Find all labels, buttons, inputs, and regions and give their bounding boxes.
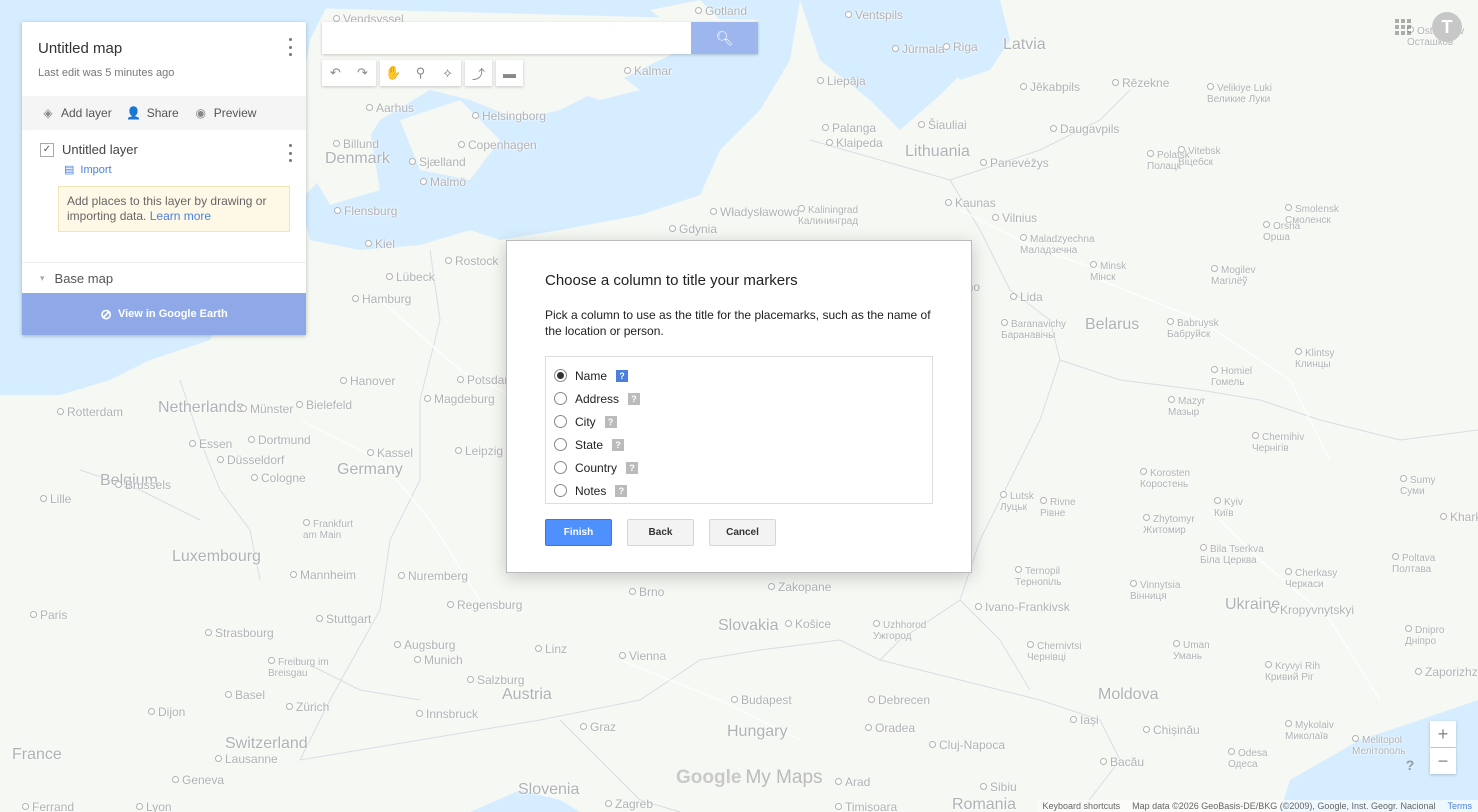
my-maps-wordmark: My Maps <box>745 767 823 788</box>
map-options-icon[interactable] <box>286 38 294 56</box>
expand-arrow-icon: ▾ <box>40 272 45 283</box>
panel-actions: ◈ Add layer 👤 Share ◉ Preview <box>22 96 306 130</box>
search-button[interactable]: 🔍︎ <box>691 22 758 54</box>
layers-icon: ◈ <box>43 106 53 120</box>
layer-hint: Add places to this layer by drawing or i… <box>58 186 290 232</box>
dialog-title: Choose a column to title your markers <box>545 272 798 289</box>
map-attribution: Map data ©2026 GeoBasis-DE/BKG (©2009), … <box>1132 801 1436 811</box>
map-title[interactable]: Untitled map <box>38 40 290 57</box>
undo-icon[interactable]: ↶ <box>322 60 349 86</box>
import-link[interactable]: ▤ Import <box>64 163 290 177</box>
help-icon[interactable]: ? <box>626 461 639 474</box>
directions-icon[interactable]: ⤴ <box>465 60 492 86</box>
back-button[interactable]: Back <box>627 519 694 546</box>
choose-title-column-dialog: Choose a column to title your markers Pi… <box>506 240 972 573</box>
radio-button[interactable] <box>554 369 567 382</box>
dialog-buttons: Finish Back Cancel <box>545 519 933 546</box>
column-option-state[interactable]: State? <box>554 433 932 456</box>
preview-button[interactable]: ◉ Preview <box>193 105 257 121</box>
zoom-out-button[interactable]: − <box>1430 748 1456 774</box>
help-icon[interactable]: ? <box>1403 757 1417 773</box>
keyboard-shortcuts-link[interactable]: Keyboard shortcuts <box>1043 801 1121 811</box>
help-icon[interactable]: ? <box>604 415 617 428</box>
radio-button[interactable] <box>554 484 567 497</box>
help-icon[interactable]: ? <box>615 484 628 497</box>
hand-icon[interactable]: ✋ <box>380 60 407 86</box>
layer-options-icon[interactable] <box>286 144 294 162</box>
dialog-description: Pick a column to use as the title for th… <box>545 308 931 338</box>
terms-link[interactable]: Terms <box>1448 801 1473 811</box>
map-side-panel: Untitled map Last edit was 5 minutes ago… <box>22 22 306 335</box>
column-option-label: State <box>575 437 604 452</box>
share-label: Share <box>146 106 179 120</box>
search-icon: 🔍︎ <box>715 29 734 46</box>
radio-button[interactable] <box>554 438 567 451</box>
base-map-label: Base map <box>54 270 114 286</box>
map-toolbar: ↶ ↷ ✋ ⚲ ⟡ ⤴ ▬ <box>322 60 523 86</box>
add-layer-button[interactable]: ◈ Add layer <box>40 105 112 121</box>
last-edit-text: Last edit was 5 minutes ago <box>38 67 175 79</box>
cancel-button[interactable]: Cancel <box>709 519 776 546</box>
preview-label: Preview <box>213 106 257 120</box>
search-input[interactable] <box>322 22 691 54</box>
layer-name[interactable]: Untitled layer <box>62 142 138 157</box>
redo-icon[interactable]: ↷ <box>349 60 376 86</box>
draw-line-icon[interactable]: ⟡ <box>434 60 461 86</box>
share-button[interactable]: 👤 Share <box>126 105 179 121</box>
help-icon[interactable]: ? <box>628 392 641 405</box>
marker-icon[interactable]: ⚲ <box>407 60 434 86</box>
column-option-address[interactable]: Address? <box>554 387 932 410</box>
eye-icon: ◉ <box>195 106 206 120</box>
avatar[interactable]: T <box>1432 12 1462 42</box>
google-wordmark: Google <box>676 767 742 788</box>
column-option-country[interactable]: Country? <box>554 456 932 479</box>
view-in-google-earth-button[interactable]: ⊘ View in Google Earth <box>22 293 306 335</box>
radio-button[interactable] <box>554 415 567 428</box>
person-add-icon: 👤 <box>126 106 142 120</box>
radio-button[interactable] <box>554 392 567 405</box>
column-option-name[interactable]: Name? <box>554 364 932 387</box>
column-option-label: Country <box>575 460 618 475</box>
column-options: Name? Address? City? State? Country? Notes? <box>545 356 933 504</box>
zoom-in-button[interactable]: + <box>1430 721 1456 747</box>
column-option-label: Notes <box>575 483 607 498</box>
help-icon[interactable]: ? <box>612 438 625 451</box>
column-option-label: Name <box>575 368 608 383</box>
learn-more-link[interactable]: Learn more <box>150 209 211 223</box>
earth-button-label: View in Google Earth <box>117 308 228 320</box>
earth-icon: ⊘ <box>100 305 112 322</box>
import-label: Import <box>80 163 112 176</box>
layer-section: ✓ Untitled layer ▤ Import Add places to … <box>22 130 306 263</box>
panel-header: Untitled map Last edit was 5 minutes ago <box>22 22 306 96</box>
radio-button[interactable] <box>554 461 567 474</box>
layer-visibility-checkbox[interactable]: ✓ <box>40 142 54 157</box>
google-my-maps-logo: Google My Maps <box>676 767 823 789</box>
add-layer-label: Add layer <box>61 106 112 120</box>
ruler-icon[interactable]: ▬ <box>496 60 523 86</box>
file-icon: ▤ <box>64 164 75 176</box>
search-bar: 🔍︎ <box>322 22 758 54</box>
apps-grid-icon[interactable] <box>1395 19 1411 35</box>
finish-button[interactable]: Finish <box>545 519 612 546</box>
map-footer: Keyboard shortcuts Map data ©2026 GeoBas… <box>1036 800 1478 812</box>
base-map-row[interactable]: ▾ Base map <box>22 263 306 293</box>
help-icon[interactable]: ? <box>616 369 629 382</box>
column-option-notes[interactable]: Notes? <box>554 479 932 502</box>
column-option-label: City <box>575 414 596 429</box>
column-option-city[interactable]: City? <box>554 410 932 433</box>
column-option-label: Address <box>575 391 620 406</box>
